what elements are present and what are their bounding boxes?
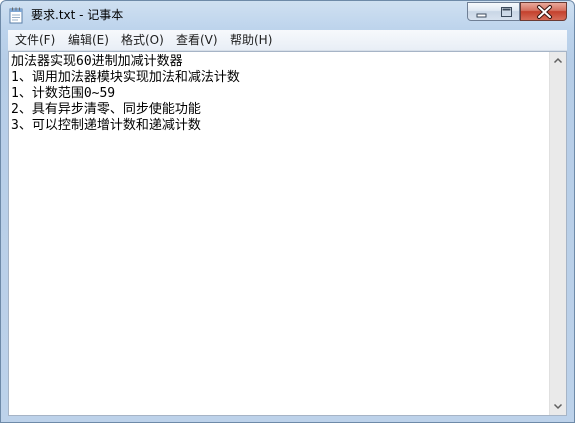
scroll-up-arrow-icon[interactable] xyxy=(550,52,566,69)
menu-file[interactable]: 文件(F) xyxy=(15,32,55,48)
maximize-button[interactable] xyxy=(493,2,520,21)
maximize-icon xyxy=(501,7,512,17)
menu-bar: 文件(F) 编辑(E) 格式(O) 查看(V) 帮助(H) xyxy=(8,30,567,51)
document-text[interactable]: 加法器实现60进制加减计数器 1、调用加法器模块实现加法和减法计数 1、计数范围… xyxy=(11,54,546,413)
menu-help[interactable]: 帮助(H) xyxy=(230,32,272,48)
scroll-down-arrow-icon[interactable] xyxy=(550,398,566,415)
close-button[interactable] xyxy=(520,2,567,21)
vertical-scrollbar[interactable] xyxy=(549,52,566,415)
title-bar[interactable]: 要求.txt - 记事本 xyxy=(1,1,574,29)
editor-area: 加法器实现60进制加减计数器 1、调用加法器模块实现加法和减法计数 1、计数范围… xyxy=(8,51,567,416)
notepad-icon[interactable] xyxy=(9,7,23,24)
window-title: 要求.txt - 记事本 xyxy=(31,8,124,22)
menu-view[interactable]: 查看(V) xyxy=(176,32,218,48)
minimize-icon xyxy=(476,13,487,18)
close-icon xyxy=(537,5,552,19)
minimize-button[interactable] xyxy=(467,2,494,21)
notepad-window: 要求.txt - 记事本 文件(F) 编辑(E) 格式(O) 查看(V) 帮助(… xyxy=(0,0,575,423)
menu-format[interactable]: 格式(O) xyxy=(121,32,164,48)
menu-edit[interactable]: 编辑(E) xyxy=(68,32,109,48)
